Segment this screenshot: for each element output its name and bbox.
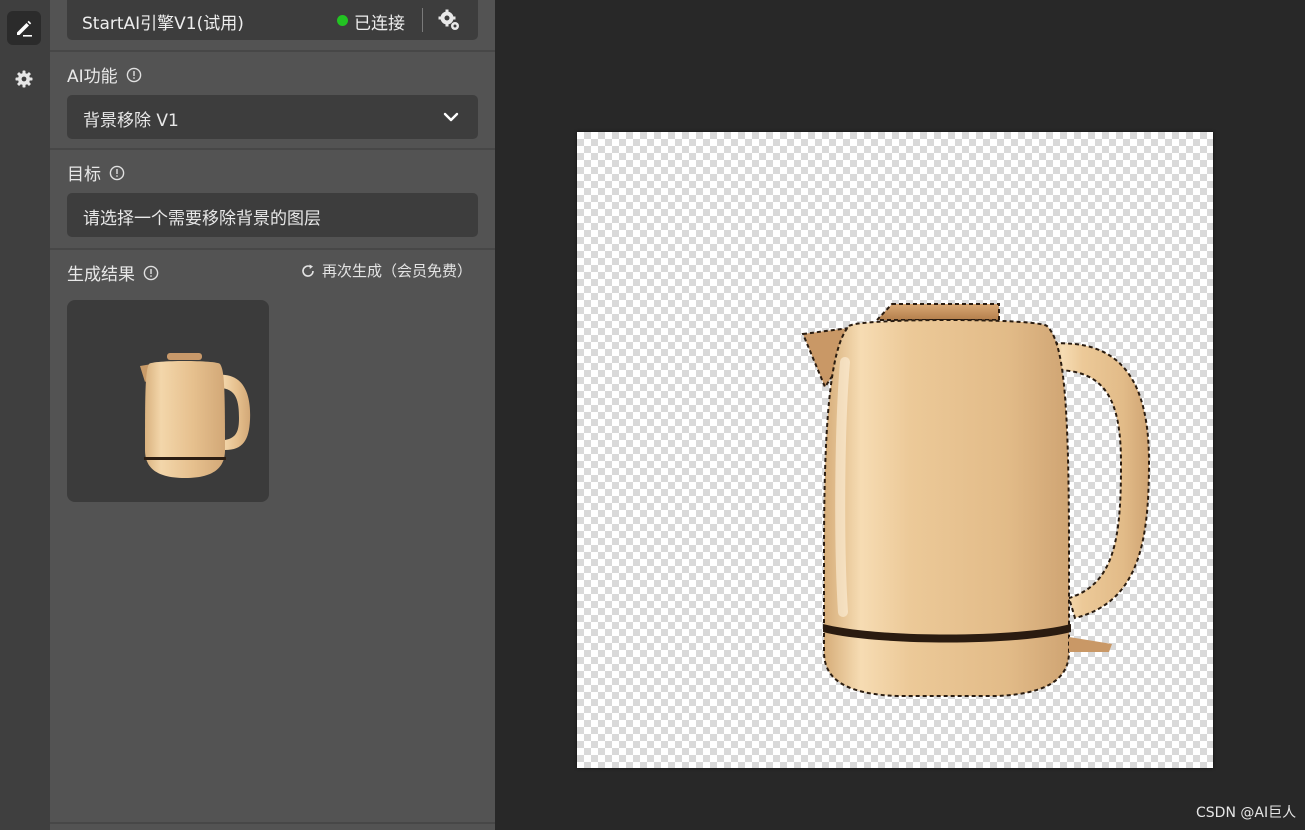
chevron-down-icon: [443, 112, 459, 122]
gear-icon: [15, 70, 33, 88]
section-divider: [50, 822, 495, 824]
target-label: 目标: [67, 165, 101, 185]
status-dot: [337, 15, 348, 26]
ai-panel: StartAI引擎V1(试用) 已连接 AI功能 背景移除 V1 目标 请选择一…: [50, 0, 495, 830]
section-divider: [50, 50, 495, 52]
results-heading: 生成结果: [67, 260, 159, 285]
tool-rail: [0, 0, 50, 830]
refresh-icon: [302, 264, 314, 277]
info-icon[interactable]: [109, 165, 125, 181]
engine-bar: StartAI引擎V1(试用) 已连接: [67, 0, 478, 40]
regenerate-label: 再次生成（会员免费）: [322, 262, 473, 280]
kettle-cutout-image: [801, 303, 1151, 697]
engine-name[interactable]: StartAI引擎V1(试用): [82, 9, 244, 34]
ai-function-heading: AI功能: [67, 62, 142, 87]
section-divider: [50, 248, 495, 250]
edit-tool-button[interactable]: [7, 11, 41, 45]
watermark: CSDN @AI巨人: [1196, 805, 1297, 821]
kettle-thumbnail-image: [140, 353, 251, 478]
settings-button[interactable]: [7, 62, 41, 96]
target-placeholder: 请选择一个需要移除背景的图层: [83, 209, 321, 229]
connection-status: 已连接: [354, 14, 405, 34]
ai-function-value: 背景移除 V1: [83, 111, 179, 131]
info-icon[interactable]: [126, 67, 142, 83]
ai-function-label: AI功能: [67, 67, 118, 87]
divider: [422, 8, 423, 32]
ai-function-select[interactable]: 背景移除 V1: [67, 95, 478, 139]
section-divider: [50, 148, 495, 150]
result-thumbnail[interactable]: [67, 300, 269, 502]
image-canvas[interactable]: [577, 132, 1213, 768]
settings-cluster-icon[interactable]: [437, 8, 461, 32]
regenerate-button[interactable]: 再次生成（会员免费）: [300, 260, 472, 281]
target-layer-field[interactable]: 请选择一个需要移除背景的图层: [67, 193, 478, 237]
results-label: 生成结果: [67, 265, 135, 285]
target-heading: 目标: [67, 160, 125, 185]
pen-icon: [17, 20, 32, 37]
info-icon[interactable]: [143, 265, 159, 281]
